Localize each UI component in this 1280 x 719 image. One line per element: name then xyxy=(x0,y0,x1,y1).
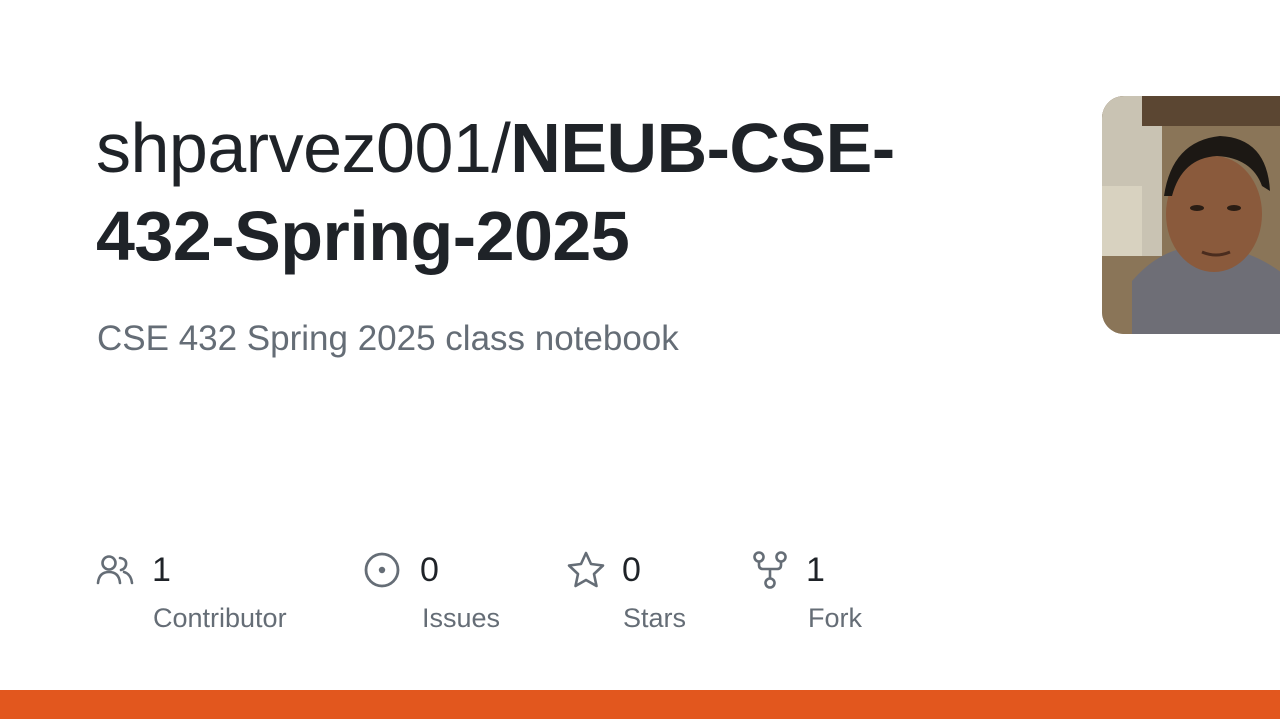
language-color-bar xyxy=(0,690,1280,719)
issue-opened-icon xyxy=(364,552,400,588)
star-count: 0 xyxy=(622,551,641,589)
fork-label: Fork xyxy=(808,603,862,633)
repo-owner[interactable]: shparvez001/ xyxy=(96,109,511,187)
star-label: Stars xyxy=(623,603,687,633)
repo-forked-icon xyxy=(753,551,787,589)
star-icon xyxy=(567,551,605,588)
repo-description: CSE 432 Spring 2025 class notebook xyxy=(97,319,679,358)
fork-count: 1 xyxy=(806,551,825,589)
repo-title[interactable]: shparvez001/NEUB-CSE-432-Spring-2025 xyxy=(96,104,1026,280)
issue-count: 0 xyxy=(420,551,439,589)
contributor-label: Contributor xyxy=(153,603,287,633)
people-icon xyxy=(96,555,134,585)
repo-social-card: shparvez001/NEUB-CSE-432-Spring-2025 CSE… xyxy=(0,0,1280,719)
owner-avatar[interactable] xyxy=(1102,96,1280,334)
issue-label: Issues xyxy=(422,603,501,633)
contributor-count: 1 xyxy=(152,551,171,589)
